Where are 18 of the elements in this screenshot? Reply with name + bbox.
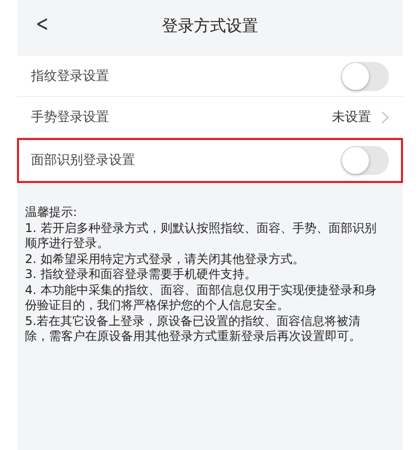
toggle-switch[interactable] [341,146,389,174]
setting-row[interactable]: 面部识别登录设置 [17,138,403,183]
tip-text: 5.若在其它设备上登录，原设备已设置的指纹、面容信息将被清除，需客户在原设备用其他登录方式重新登录后再次设置即可。 [25,314,362,344]
setting-label: 面部识别登录设置 [31,152,135,169]
page-title: 登录方式设置 [162,16,258,36]
tip-text: 2. 如希望采用特定方式登录，请关闭其他登录方式。 [25,252,306,267]
setting-value: 未设置 [332,109,371,126]
tip-text: 4. 本功能中采集的指纹、面容、面部信息仅用于实现便捷登录和身份验证目的，我们将严格保护您的个人信息安全。 [25,282,378,314]
toggle-switch[interactable] [341,62,389,90]
setting-label: 指纹登录设置 [31,68,109,85]
tips-title: 温馨提示: [25,205,78,220]
setting-row[interactable]: 手势登录设置 未设置 [17,97,403,138]
setting-row[interactable]: 指纹登录设置 [17,56,403,97]
tip-text: 3. 指纹登录和面容登录需要手机硬件支持。 [25,267,258,282]
setting-label: 手势登录设置 [31,109,109,126]
tip-text: 1. 若开启多种登录方式，则默认按照指纹、面容、手势、面部识别顺序进行登录。 [25,220,378,252]
back-button[interactable]: < [36,12,49,37]
chevron-icon [381,110,389,124]
